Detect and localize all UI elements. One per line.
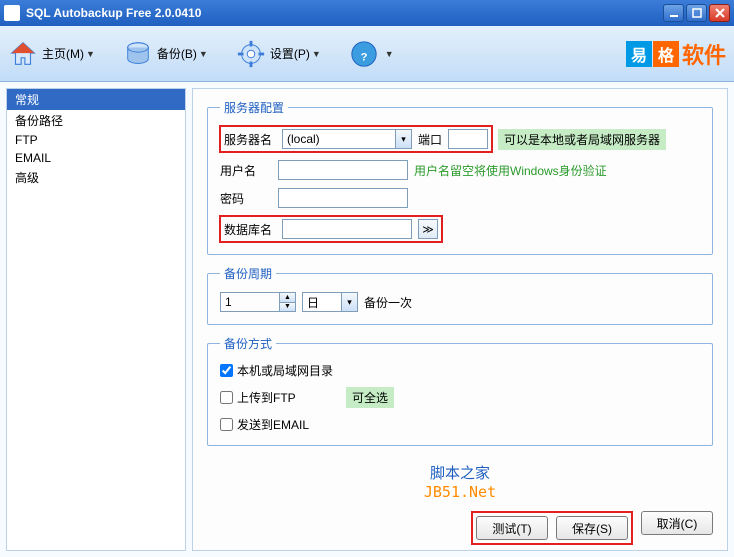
method-ftp-input[interactable]	[220, 391, 233, 404]
chevron-down-icon: ▾	[395, 130, 411, 148]
logo-text: 软件	[682, 38, 726, 70]
period-unit-value: 日	[303, 294, 341, 311]
home-icon	[8, 39, 38, 69]
home-button[interactable]: 主页(M) ▼	[8, 39, 95, 69]
period-suffix: 备份一次	[364, 294, 412, 311]
browse-database-button[interactable]: ≫	[418, 219, 438, 239]
period-unit-combo[interactable]: 日 ▾	[302, 292, 358, 312]
method-ftp-checkbox[interactable]: 上传到FTP	[220, 389, 340, 406]
window-title: SQL Autobackup Free 2.0.0410	[26, 6, 201, 20]
help-icon: ?	[349, 39, 379, 69]
app-icon	[4, 5, 20, 21]
server-hint-1: 可以是本地或者局域网服务器	[498, 129, 666, 150]
server-hint-2: 用户名留空将使用Windows身份验证	[414, 162, 607, 179]
brand-logo: 易 格 软件	[626, 38, 726, 70]
server-name-label: 服务器名	[224, 131, 276, 148]
logo-char-1: 易	[626, 41, 652, 67]
test-button[interactable]: 测试(T)	[476, 516, 548, 540]
server-name-combo[interactable]: (local) ▾	[282, 129, 412, 149]
backup-label: 备份(B)	[157, 45, 197, 62]
toolbar: 主页(M) ▼ 备份(B) ▼ 设置(P) ▼ ? ▼ 易 格 软件	[0, 26, 734, 82]
method-allselect-hint: 可全选	[346, 387, 394, 408]
backup-period-legend: 备份周期	[220, 265, 276, 282]
home-label: 主页(M)	[42, 45, 84, 62]
backup-period-group: 备份周期 1 ▲▼ 日 ▾ 备份一次	[207, 265, 713, 325]
footer-links: 脚本之家 JB51.Net	[207, 462, 713, 501]
server-name-value: (local)	[283, 132, 395, 146]
titlebar: SQL Autobackup Free 2.0.0410	[0, 0, 734, 26]
method-local-input[interactable]	[220, 364, 233, 377]
method-ftp-label: 上传到FTP	[237, 389, 296, 406]
chevron-down-icon: ▾	[341, 293, 357, 311]
logo-char-2: 格	[653, 41, 679, 67]
chevron-up-icon: ▲	[280, 293, 295, 303]
backup-method-legend: 备份方式	[220, 335, 276, 352]
chevron-down-icon: ▼	[385, 49, 394, 59]
method-email-label: 发送到EMAIL	[237, 416, 309, 433]
server-config-legend: 服务器配置	[220, 99, 288, 116]
help-button[interactable]: ? ▼	[349, 39, 394, 69]
method-email-checkbox[interactable]: 发送到EMAIL	[220, 416, 309, 433]
port-label: 端口	[418, 131, 442, 148]
database-row-highlight: 数据库名 ≫	[220, 216, 442, 242]
sidebar: 常规 备份路径 FTP EMAIL 高级	[6, 88, 186, 551]
chevron-down-icon: ▼	[280, 303, 295, 312]
backup-button[interactable]: 备份(B) ▼	[123, 39, 208, 69]
username-label: 用户名	[220, 162, 272, 179]
button-row: 测试(T) 保存(S) 取消(C)	[207, 501, 713, 545]
gear-icon	[236, 39, 266, 69]
settings-label: 设置(P)	[270, 45, 310, 62]
method-local-label: 本机或局域网目录	[237, 362, 333, 379]
footer-line-1: 脚本之家	[207, 462, 713, 483]
chevron-down-icon: ▼	[312, 49, 321, 59]
sidebar-item-email[interactable]: EMAIL	[7, 149, 185, 167]
sidebar-item-advanced[interactable]: 高级	[7, 167, 185, 188]
sidebar-item-backup-path[interactable]: 备份路径	[7, 110, 185, 131]
period-value-spinner[interactable]: 1 ▲▼	[220, 292, 296, 312]
primary-buttons-highlight: 测试(T) 保存(S)	[471, 511, 633, 545]
maximize-button[interactable]	[686, 4, 707, 22]
footer-line-2: JB51.Net	[207, 483, 713, 501]
cancel-button[interactable]: 取消(C)	[641, 511, 713, 535]
backup-icon	[123, 39, 153, 69]
server-row-highlight: 服务器名 (local) ▾ 端口	[220, 126, 492, 152]
server-config-group: 服务器配置 服务器名 (local) ▾ 端口 可以是本地或者局域网服务器 用户…	[207, 99, 713, 255]
main-area: 常规 备份路径 FTP EMAIL 高级 服务器配置 服务器名 (local) …	[0, 82, 734, 557]
database-label: 数据库名	[224, 221, 276, 238]
minimize-button[interactable]	[663, 4, 684, 22]
period-value: 1	[221, 293, 279, 311]
close-button[interactable]	[709, 4, 730, 22]
method-email-input[interactable]	[220, 418, 233, 431]
method-local-checkbox[interactable]: 本机或局域网目录	[220, 362, 333, 379]
settings-button[interactable]: 设置(P) ▼	[236, 39, 321, 69]
save-button[interactable]: 保存(S)	[556, 516, 628, 540]
password-label: 密码	[220, 190, 272, 207]
password-input[interactable]	[278, 188, 408, 208]
port-input[interactable]	[448, 129, 488, 149]
svg-text:?: ?	[360, 51, 367, 63]
spinner-arrows[interactable]: ▲▼	[279, 293, 295, 311]
chevron-down-icon: ▼	[199, 49, 208, 59]
backup-method-group: 备份方式 本机或局域网目录 上传到FTP 可全选 发送到EMAIL	[207, 335, 713, 446]
chevron-down-icon: ▼	[86, 49, 95, 59]
username-input[interactable]	[278, 160, 408, 180]
arrow-right-icon: ≫	[422, 223, 434, 236]
content-panel: 服务器配置 服务器名 (local) ▾ 端口 可以是本地或者局域网服务器 用户…	[192, 88, 728, 551]
sidebar-item-general[interactable]: 常规	[7, 89, 185, 110]
database-input[interactable]	[282, 219, 412, 239]
sidebar-item-ftp[interactable]: FTP	[7, 131, 185, 149]
